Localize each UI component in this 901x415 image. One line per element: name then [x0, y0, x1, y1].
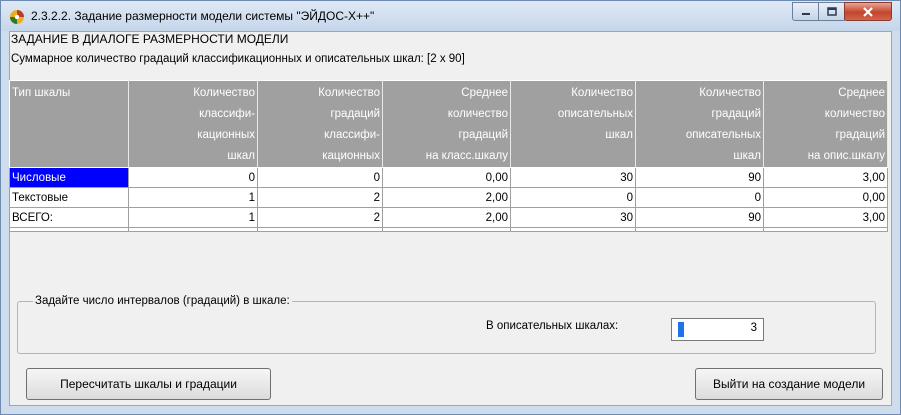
- table-cell: [382, 227, 511, 232]
- column-header-avg-desc-gradations[interactable]: Среднее количество градаций на опис.шкалу: [763, 80, 888, 168]
- column-header-avg-class-gradations[interactable]: Среднее количество градаций на класс.шкалу: [382, 80, 511, 168]
- table-cell[interactable]: 2,00: [382, 207, 511, 228]
- title-bar[interactable]: 2.3.2.2. Задание размерности модели сист…: [1, 1, 900, 31]
- table-cell: [763, 227, 888, 232]
- minimize-button[interactable]: [792, 2, 819, 21]
- table-cell[interactable]: 0,00: [763, 187, 888, 208]
- dialog-window: 2.3.2.2. Задание размерности модели сист…: [0, 0, 901, 415]
- dialog-heading: ЗАДАНИЕ В ДИАЛОГЕ РАЗМЕРНОСТИ МОДЕЛИ: [11, 32, 289, 46]
- table-cell[interactable]: ВСЕГО:: [9, 207, 129, 228]
- intervals-group-title: Задайте число интервалов (градаций) в шк…: [33, 295, 292, 307]
- close-button[interactable]: [844, 2, 892, 21]
- table-cell: [128, 227, 258, 232]
- table-cell[interactable]: 30: [510, 167, 636, 188]
- table-cell[interactable]: 1: [128, 187, 258, 208]
- column-header-scale-type[interactable]: Тип шкалы: [9, 80, 129, 168]
- minimize-icon: [801, 12, 810, 15]
- table-cell[interactable]: 1: [128, 207, 258, 228]
- table-cell[interactable]: 3,00: [763, 207, 888, 228]
- table-cell[interactable]: 90: [635, 167, 764, 188]
- table-row-total[interactable]: ВСЕГО: 1 2 2,00 30 90 3,00: [9, 207, 888, 228]
- column-header-class-gradations[interactable]: Количество градаций классифи-кационных: [257, 80, 383, 168]
- maximize-icon: [826, 7, 837, 16]
- table-cell[interactable]: 3,00: [763, 167, 888, 188]
- gradations-summary: Суммарное количество градаций классифика…: [11, 53, 465, 65]
- table-cell[interactable]: Текстовые: [9, 187, 129, 208]
- table-cell[interactable]: 2: [257, 207, 383, 228]
- table-cell[interactable]: 90: [635, 207, 764, 228]
- table-cell: [257, 227, 383, 232]
- table-cell[interactable]: 2,00: [382, 187, 511, 208]
- recalc-button[interactable]: Пересчитать шкалы и градации: [26, 368, 271, 400]
- table-cell[interactable]: 30: [510, 207, 636, 228]
- table-row-numeric[interactable]: Числовые 0 0 0,00 30 90 3,00: [9, 167, 888, 188]
- input-focus-bar: [678, 322, 684, 337]
- table-cell[interactable]: 0,00: [382, 167, 511, 188]
- table-cell[interactable]: 0: [128, 167, 258, 188]
- table-cell: [9, 227, 129, 232]
- table-cell[interactable]: 0: [510, 187, 636, 208]
- table-header-row: Тип шкалы Количество классифи- кационных ш…: [9, 80, 888, 168]
- column-header-desc-scales[interactable]: Количество описательных шкал: [510, 80, 636, 168]
- table-cell[interactable]: 0: [257, 167, 383, 188]
- descriptive-intervals-input[interactable]: 3: [671, 318, 764, 341]
- app-icon: [10, 10, 24, 24]
- descriptive-intervals-value[interactable]: 3: [751, 322, 757, 334]
- table-row-partial: [9, 227, 888, 232]
- table-row-text[interactable]: Текстовые 1 2 2,00 0 0 0,00: [9, 187, 888, 208]
- exit-to-model-button[interactable]: Выйти на создание модели: [695, 368, 883, 400]
- table-cell: [635, 227, 764, 232]
- table-cell[interactable]: Числовые: [9, 167, 129, 188]
- dimension-table: Тип шкалы Количество классифи- кационных ш…: [9, 80, 888, 232]
- close-icon: [863, 6, 873, 17]
- column-header-desc-gradations[interactable]: Количество градаций описательных шкал: [635, 80, 764, 168]
- column-header-class-scales[interactable]: Количество классифи- кационных шкал: [128, 80, 258, 168]
- window-title: 2.3.2.2. Задание размерности модели сист…: [31, 9, 375, 23]
- table-cell[interactable]: 0: [635, 187, 764, 208]
- maximize-button[interactable]: [818, 2, 845, 21]
- table-cell[interactable]: 2: [257, 187, 383, 208]
- descriptive-scales-label: В описательных шкалах:: [486, 320, 619, 332]
- table-cell: [510, 227, 636, 232]
